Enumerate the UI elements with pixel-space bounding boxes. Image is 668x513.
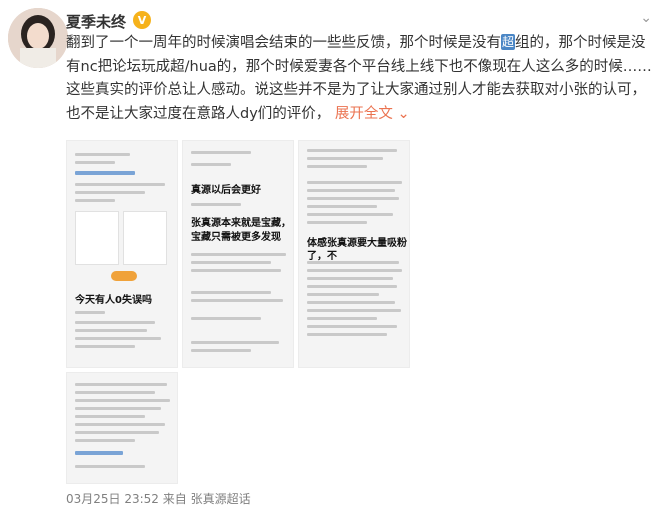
post-image-4[interactable] <box>66 372 178 484</box>
chevron-down-icon: ⌄ <box>397 105 410 122</box>
empty-slot <box>182 372 294 484</box>
post-meta: 03月25日 23:52 来自 张真源超话 <box>66 490 251 507</box>
image-2-title: 真源以后会更好 <box>191 185 261 196</box>
chevron-down-icon[interactable]: ⌄ <box>640 10 652 26</box>
timestamp[interactable]: 03月25日 23:52 <box>66 492 159 506</box>
image-2-subtitle: 张真源本来就是宝藏，宝藏只需被更多发现 <box>191 218 291 243</box>
image-1-title: 今天有人0失误吗 <box>75 295 152 306</box>
expand-full-text-link[interactable]: 展开全文 ⌄ <box>335 106 410 122</box>
post-source[interactable]: 来自 张真源超话 <box>163 492 251 506</box>
avatar[interactable] <box>8 8 68 68</box>
super-topic-badge: 超 <box>501 34 516 50</box>
image-grid: 今天有人0失误吗 真源以后会更好 张真源本来就是宝藏，宝藏只需被更多发现 体感张… <box>66 140 410 484</box>
username[interactable]: 夏季未终 <box>66 11 126 32</box>
post-text: 翻到了一个一周年的时候演唱会结束的一些些反馈，那个时候是没有超组的，那个时候是没… <box>66 32 656 126</box>
empty-slot <box>298 372 410 484</box>
post-image-2[interactable]: 真源以后会更好 张真源本来就是宝藏，宝藏只需被更多发现 <box>182 140 294 368</box>
post-image-1[interactable]: 今天有人0失误吗 <box>66 140 178 368</box>
image-3-title: 体感张真源要大量吸粉了，不 <box>307 238 407 262</box>
post-image-3[interactable]: 体感张真源要大量吸粉了，不 <box>298 140 410 368</box>
verified-badge: V <box>133 11 151 29</box>
post-text-part1: 翻到了一个一周年的时候演唱会结束的一些些反馈，那个时候是没有 <box>66 35 501 51</box>
